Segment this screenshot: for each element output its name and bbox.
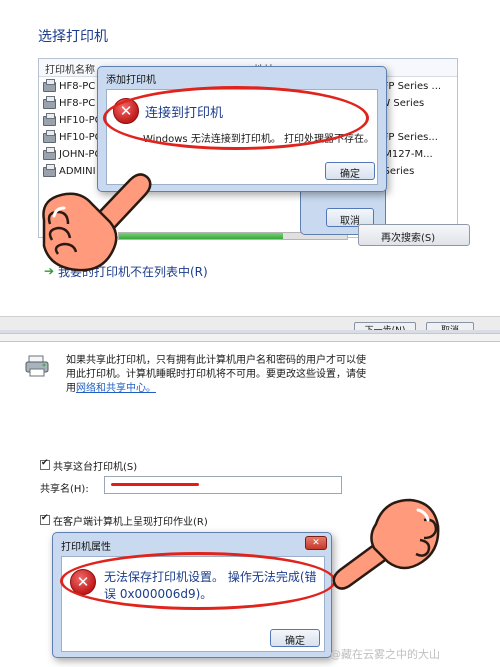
redacted-mark: [111, 483, 199, 486]
watermark: @藏在云雾之中的大山: [330, 648, 440, 661]
printer-name: HF10-PC: [59, 132, 102, 143]
share-name-input[interactable]: [104, 476, 342, 494]
dialog-title: 添加打印机: [106, 75, 156, 86]
pointing-hand-icon: [42, 173, 152, 272]
search-again-button[interactable]: 再次搜索(S): [358, 224, 470, 246]
sharing-info-text: 如果共享此打印机，只有拥有此计算机用户名和密码的用户才可以使用此打印机。计算机睡…: [66, 354, 366, 396]
dialog-title: 打印机属性: [61, 542, 111, 553]
page-title: 选择打印机: [38, 29, 108, 45]
column-header-name[interactable]: 打印机名称: [45, 61, 95, 76]
ok-button[interactable]: 确定: [270, 629, 320, 647]
printer-sharing-panel: 如果共享此打印机，只有拥有此计算机用户名和密码的用户才可以使用此打印机。计算机睡…: [0, 333, 500, 667]
properties-tab-strip: [0, 334, 500, 342]
render-jobs-checkbox[interactable]: [40, 513, 50, 525]
printer-icon: [43, 96, 56, 109]
printer-icon: [25, 355, 49, 377]
printer-icon: [43, 113, 56, 126]
render-jobs-label: 在客户端计算机上呈现打印作业(R): [53, 517, 208, 528]
next-button[interactable]: 下一步(N): [354, 322, 416, 330]
red-highlight-circle: [103, 86, 369, 150]
pointing-hand-icon: [332, 498, 440, 590]
printer-name: HF8-PC: [59, 98, 96, 109]
wizard-cancel-button[interactable]: 取消: [426, 322, 474, 330]
ok-button[interactable]: 确定: [325, 162, 375, 180]
share-printer-label: 共享这台打印机(S): [53, 462, 138, 473]
red-highlight-circle: [60, 552, 336, 610]
wizard-button-strip: [0, 316, 500, 330]
share-printer-checkbox[interactable]: [40, 458, 50, 470]
printer-icon: [43, 130, 56, 143]
printer-name: HF8-PC: [59, 81, 96, 92]
share-name-label: 共享名(H):: [40, 484, 89, 495]
printer-name: HF10-PC: [59, 115, 102, 126]
add-printer-window: 选择打印机 打印机名称 地址 HF8-PCMFP Series ...HF8-P…: [0, 0, 500, 330]
network-sharing-center-link[interactable]: 网络和共享中心。: [76, 383, 156, 394]
printer-icon: [43, 79, 56, 92]
